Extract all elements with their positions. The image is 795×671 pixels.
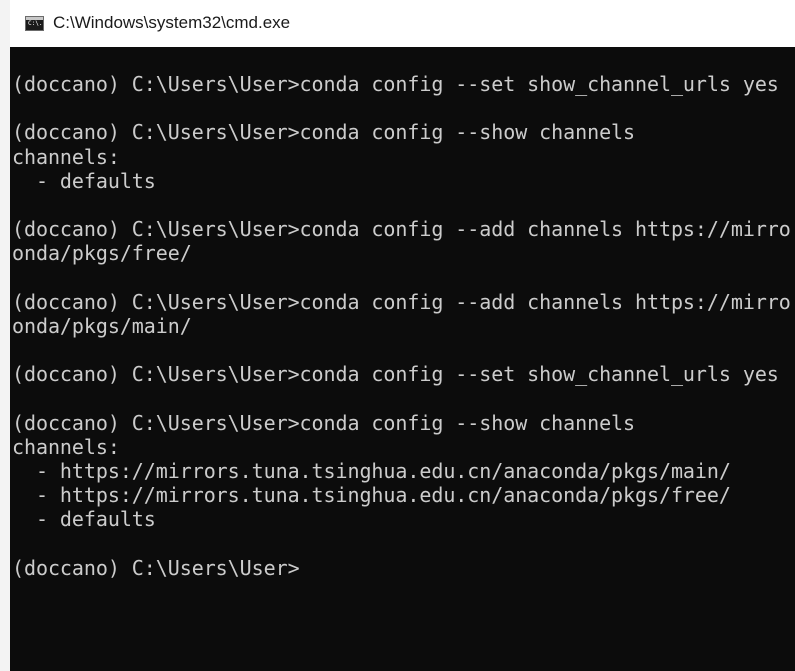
console-line: - https://mirrors.tuna.tsinghua.edu.cn/a… [12,483,731,508]
console-line: (doccano) C:\Users\User>conda config --s… [12,362,779,387]
console-line: (doccano) C:\Users\User> [12,555,300,580]
icon-label: C:\. [28,20,43,27]
title-bar[interactable]: C:\. C:\Windows\system32\cmd.exe [10,0,795,47]
console-line: - defaults [12,507,156,532]
console-line: - https://mirrors.tuna.tsinghua.edu.cn/a… [12,459,731,483]
console-line: channels: [12,144,120,169]
console-line: channels: [12,434,120,459]
console-line: - defaults [12,168,156,193]
console-lines: (doccano) C:\Users\User>conda config --s… [12,72,791,580]
window-title: C:\Windows\system32\cmd.exe [53,13,291,32]
console-line: onda/pkgs/main/ [12,313,192,338]
console-line: (doccano) C:\Users\User>conda config --a… [12,289,791,314]
cmd-console-icon[interactable]: C:\. [25,16,44,31]
console-line: (doccano) C:\Users\User>conda config --s… [12,120,636,145]
console-line: (doccano) C:\Users\User>conda config --s… [12,72,779,96]
console-output-area[interactable]: (doccano) C:\Users\User>conda config --s… [10,47,795,671]
console-line: (doccano) C:\Users\User>conda config --a… [12,217,791,242]
console-line: (doccano) C:\Users\User>conda config --s… [12,410,636,435]
cmd-window: C:\. C:\Windows\system32\cmd.exe (doccan… [0,0,795,671]
console-line: onda/pkgs/free/ [12,241,192,266]
